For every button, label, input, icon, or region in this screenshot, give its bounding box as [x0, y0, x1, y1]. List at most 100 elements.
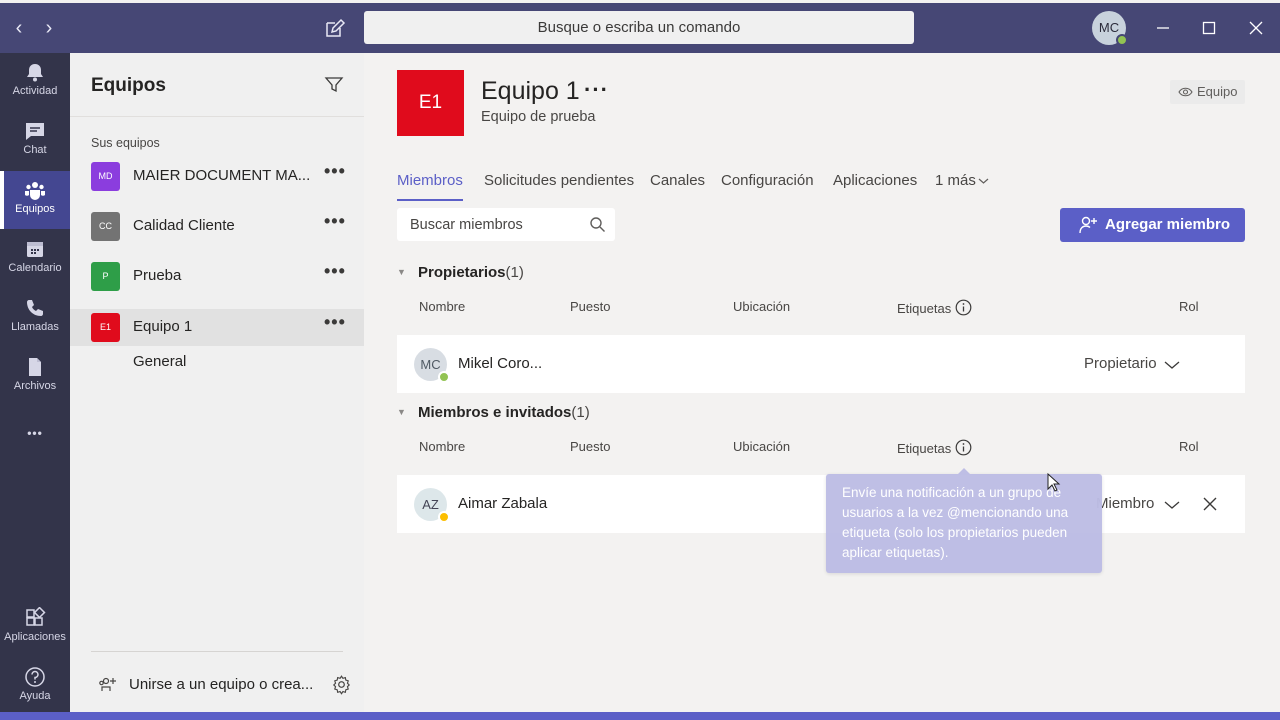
appbar-item-equipos[interactable]: Equipos	[0, 171, 70, 229]
appbar-label: Archivos	[13, 380, 57, 392]
tab-solicitudes-pendientes[interactable]: Solicitudes pendientes	[484, 172, 634, 199]
appbar-item-archivos[interactable]: Archivos	[0, 348, 70, 406]
presence-away-icon	[438, 511, 450, 523]
info-icon[interactable]	[955, 299, 972, 316]
chevron-down-icon[interactable]	[1164, 360, 1180, 370]
compose-icon[interactable]	[320, 15, 348, 43]
team-more-options-button[interactable]: ···	[584, 77, 609, 103]
gear-icon[interactable]	[331, 674, 352, 695]
team-logo: E1	[397, 70, 464, 136]
chevron-down-icon	[978, 178, 989, 184]
tab-more-label: 1 más	[935, 172, 976, 189]
appbar-label: Aplicaciones	[4, 631, 66, 643]
search-icon	[590, 217, 605, 232]
table-row[interactable]: MC Mikel Coro... Propietario	[397, 335, 1245, 393]
team-item-calidad-cliente[interactable]: CC Calidad Cliente •••	[70, 208, 364, 244]
role-dropdown[interactable]: Propietario	[1084, 355, 1157, 372]
column-location: Ubicación	[733, 299, 791, 314]
chat-icon	[26, 123, 44, 140]
team-item-maier[interactable]: MD MAIER DOCUMENT MA... •••	[70, 158, 364, 194]
avatar-initials: AZ	[422, 497, 439, 512]
group-label: Miembros e invitados	[418, 404, 572, 421]
team-name: Prueba	[133, 267, 182, 284]
chevron-left-icon: ‹	[15, 17, 23, 39]
bell-icon	[27, 64, 43, 82]
group-count: (1)	[505, 264, 524, 281]
more-apps-button[interactable]: •••	[0, 415, 70, 451]
pane-title: Equipos	[91, 75, 166, 96]
team-item-equipo-1[interactable]: E1 Equipo 1 •••	[70, 309, 364, 346]
appbar-item-aplicaciones[interactable]: Aplicaciones	[0, 599, 70, 657]
member-name: Aimar Zabala	[458, 495, 548, 512]
command-search-input[interactable]: Busque o escriba un comando	[364, 11, 914, 44]
appbar-item-calendario[interactable]: Calendario	[0, 230, 70, 288]
team-badge: MD	[91, 162, 120, 191]
channel-item-general[interactable]: General	[133, 353, 186, 370]
chevron-down-icon[interactable]	[1164, 500, 1180, 510]
team-name: Calidad Cliente	[133, 217, 235, 234]
appbar-item-ayuda[interactable]: Ayuda	[0, 658, 70, 716]
role-dropdown[interactable]: Miembro	[1096, 495, 1154, 512]
more-options-icon[interactable]: •••	[324, 262, 345, 284]
user-initials: MC	[1098, 20, 1120, 35]
appbar-item-actividad[interactable]: Actividad	[0, 53, 70, 111]
column-role: Rol	[1179, 299, 1199, 314]
tab-more[interactable]: 1 más	[935, 172, 989, 199]
join-or-create-team-link[interactable]: Unirse a un equipo o crea...	[129, 676, 313, 693]
team-name: MAIER DOCUMENT MA...	[133, 167, 311, 184]
back-button[interactable]: ‹	[6, 13, 32, 43]
phone-icon	[27, 300, 43, 316]
team-item-prueba[interactable]: P Prueba •••	[70, 258, 364, 294]
group-label: Propietarios	[418, 264, 506, 281]
file-icon	[29, 358, 41, 376]
appbar-label: Calendario	[8, 262, 62, 274]
more-options-icon[interactable]: •••	[324, 162, 345, 184]
chevron-right-icon: ›	[45, 17, 53, 39]
column-title: Puesto	[570, 299, 611, 314]
table-row[interactable]: AZ Aimar Zabala Miembro	[397, 475, 1245, 533]
add-person-icon	[1079, 216, 1097, 234]
more-options-icon[interactable]: •••	[324, 313, 345, 335]
member-search-input[interactable]: Buscar miembros	[397, 208, 615, 241]
group-count: (1)	[571, 404, 590, 421]
add-member-label: Agregar miembro	[1105, 216, 1231, 233]
tab-configuracion[interactable]: Configuración	[721, 172, 814, 199]
presence-available-icon	[1116, 34, 1128, 46]
presence-available-icon	[438, 371, 450, 383]
appbar-item-llamadas[interactable]: Llamadas	[0, 289, 70, 347]
column-name: Nombre	[419, 439, 466, 454]
team-badge: P	[91, 262, 120, 291]
teams-icon	[25, 182, 45, 200]
user-avatar[interactable]: MC	[1092, 11, 1128, 46]
tab-canales[interactable]: Canales	[650, 172, 705, 199]
join-team-icon	[99, 677, 116, 691]
help-icon	[25, 667, 45, 687]
tab-miembros[interactable]: Miembros	[397, 172, 463, 201]
group-owners-header[interactable]: ▼ Propietarios(1)	[397, 264, 524, 281]
column-tags: Etiquetas	[897, 441, 952, 456]
add-member-button[interactable]: Agregar miembro	[1060, 208, 1245, 242]
title-bar: ‹ › Busque o escriba un comando MC	[0, 3, 1280, 53]
appbar-item-chat[interactable]: Chat	[0, 112, 70, 170]
column-tags: Etiquetas	[897, 301, 952, 316]
more-options-icon[interactable]: •••	[324, 212, 345, 234]
tab-aplicaciones[interactable]: Aplicaciones	[833, 172, 917, 199]
appbar-label: Actividad	[12, 85, 58, 97]
remove-member-icon[interactable]	[1203, 497, 1217, 511]
info-icon[interactable]	[955, 439, 972, 456]
teams-window: ‹ › Busque o escriba un comando MC Activ…	[0, 0, 1280, 716]
column-role: Rol	[1179, 439, 1199, 454]
team-badge: CC	[91, 212, 120, 241]
section-label: Sus equipos	[91, 136, 160, 150]
appbar-label: Ayuda	[19, 690, 51, 702]
maximize-icon[interactable]	[1194, 13, 1224, 43]
close-window-icon[interactable]	[1241, 13, 1271, 43]
group-members-header[interactable]: ▼ Miembros e invitados(1)	[397, 404, 590, 421]
minimize-icon[interactable]	[1148, 13, 1178, 43]
forward-button[interactable]: ›	[36, 13, 62, 43]
divider	[70, 116, 364, 117]
filter-icon[interactable]	[324, 75, 344, 95]
appbar-label: Equipos	[15, 203, 55, 215]
caret-down-icon: ▼	[397, 267, 406, 277]
team-title: Equipo 1	[481, 77, 580, 105]
